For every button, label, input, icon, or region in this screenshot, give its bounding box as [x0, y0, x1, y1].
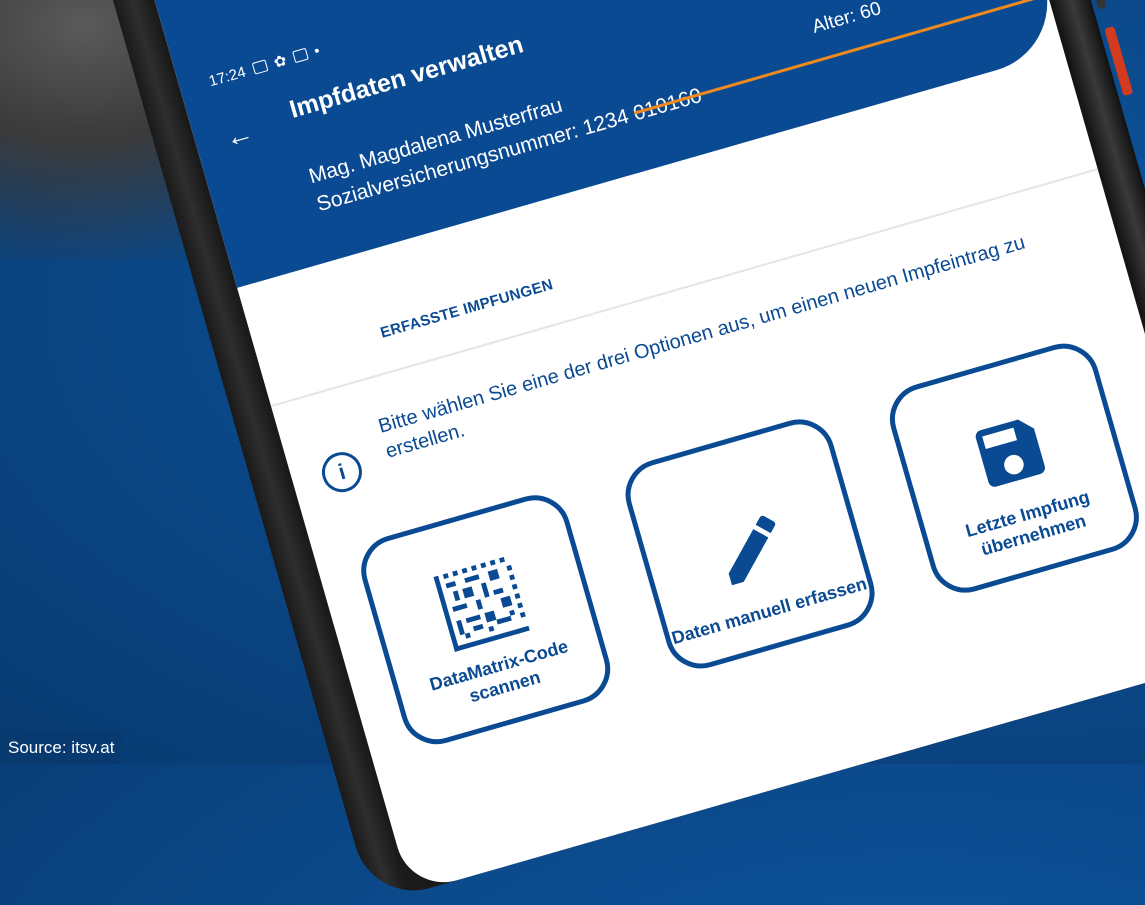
source-caption: Source: itsv.at	[0, 731, 123, 764]
phone-device: 17:24 ✿ ← Impfdaten verwalten Mag. Magda…	[41, 0, 1145, 905]
gallery-icon	[251, 59, 269, 75]
manual-entry-button[interactable]: Daten manuell erfassen	[617, 410, 884, 677]
datamatrix-icon	[432, 556, 530, 653]
screenshot-icon	[292, 47, 309, 64]
status-bar: 17:24 ✿	[207, 42, 322, 91]
page-title: Impfdaten verwalten	[286, 30, 527, 124]
pencil-icon	[728, 515, 775, 586]
notification-dot-icon	[314, 48, 320, 54]
floppy-disk-icon	[975, 419, 1045, 487]
status-time: 17:24	[206, 63, 248, 90]
scan-datamatrix-button[interactable]: DataMatrix-Code scannen	[352, 486, 619, 753]
copy-last-vaccination-button[interactable]: Letzte Impfung übernehmen	[881, 335, 1145, 602]
tab-label: IMPFUNG ERFASSEN	[757, 6, 915, 67]
option-label: DataMatrix-Code scannen	[427, 636, 571, 707]
settings-icon: ✿	[271, 51, 289, 72]
back-arrow-icon[interactable]: ←	[221, 116, 256, 154]
info-icon: i	[317, 447, 367, 497]
option-label: Letzte Impfung übernehmen	[963, 486, 1092, 560]
